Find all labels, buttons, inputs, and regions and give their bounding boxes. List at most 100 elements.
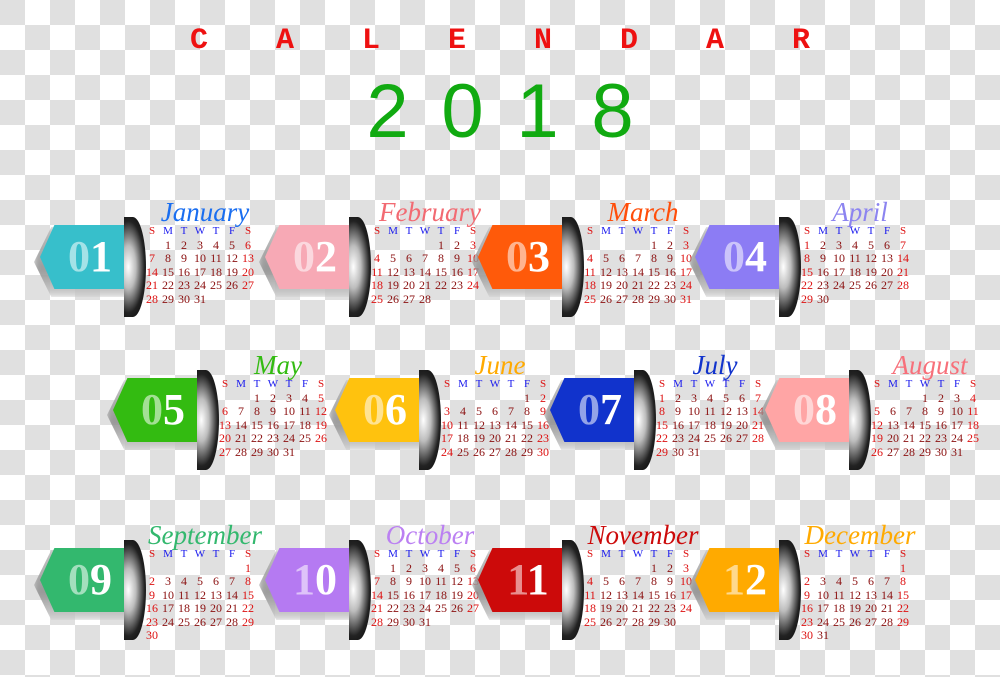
day-cell: 31 (951, 444, 963, 459)
day-cell: 9 (406, 574, 412, 588)
day-cell: 4 (852, 237, 858, 252)
day-cell: 29 (656, 444, 668, 459)
weekday-header: T (905, 378, 913, 390)
weekday-header: T (618, 548, 626, 560)
day-cell: 21 (632, 601, 644, 615)
day-cell: 15 (162, 264, 174, 279)
day-cell: 15 (801, 264, 813, 279)
day-cell: 1 (390, 560, 396, 575)
day-cell: 18 (833, 601, 845, 615)
month-name: July (692, 350, 738, 380)
day-cell: 19 (871, 431, 883, 445)
day-cell: 9 (667, 251, 673, 265)
weekday-header: M (236, 378, 246, 390)
month-number-tag: 06 (335, 378, 425, 442)
day-cell: 1 (254, 390, 260, 405)
day-cell: 5 (229, 237, 235, 252)
day-cell: 23 (537, 431, 549, 445)
day-cell: 18 (178, 601, 190, 615)
day-cell: 8 (524, 404, 530, 418)
day-cell: 22 (648, 278, 660, 292)
day-cell: 13 (881, 251, 893, 265)
day-cell: 9 (820, 251, 826, 265)
day-cell: 6 (406, 251, 412, 265)
day-grid: S M T W T F S 1 2 3 4 5 6 7 8 9 10 11 12 13 14 15 16 17 18 19 20 21… (799, 548, 911, 643)
day-cell: 19 (194, 601, 206, 615)
day-cell: 22 (162, 278, 174, 292)
day-cell: 15 (648, 587, 660, 602)
day-cell: 15 (387, 587, 399, 602)
binding-arc-icon (779, 540, 801, 640)
year-digit: 8 (591, 69, 634, 154)
day-cell: 30 (801, 628, 813, 642)
month-number-digit: 4 (745, 232, 767, 281)
day-cell: 5 (852, 574, 858, 588)
day-cell: 5 (454, 560, 460, 575)
day-cell: 22 (656, 431, 668, 445)
day-cell: 30 (672, 444, 684, 459)
weekday-header: S (658, 378, 666, 390)
weekday-header: S (803, 225, 811, 237)
day-cell: 14 (903, 417, 915, 432)
day-grid: S M T W T F S 1 2 3 4 5 6 7 8 9 10 11 12 13 14 15 16 17 18 19 20 21… (144, 225, 256, 306)
day-cell: 8 (390, 574, 396, 588)
day-cell: 13 (616, 264, 628, 279)
day-cell: 9 (667, 574, 673, 588)
day-grid: S M T W T F S 1 2 3 4 5 6 7 8 9 10 11 12 13 14 15 16 17 18 19 20 21… (369, 225, 481, 306)
day-cell: 31 (194, 291, 206, 306)
day-cell: 27 (219, 444, 231, 459)
day-cell: 2 (270, 390, 276, 405)
weekday-header: M (601, 225, 611, 237)
day-cell: 7 (508, 404, 514, 418)
day-cell: 10 (817, 587, 829, 602)
day-cell: 30 (403, 614, 415, 629)
day-cell: 9 (181, 251, 187, 265)
day-cell: 30 (817, 291, 829, 306)
day-cell: 17 (680, 587, 692, 602)
calendar-title: CALENDAR (0, 24, 1000, 58)
day-cell: 24 (441, 444, 453, 459)
day-cell: 23 (146, 614, 158, 629)
day-cell: 28 (752, 431, 764, 445)
day-grid: S M T W T F S 1 2 3 4 5 6 7 8 9 10 11 12 13 14 15 16 17 18 19 20 21… (582, 548, 694, 629)
day-cell: 15 (919, 417, 931, 432)
title-letter: A (275, 24, 294, 58)
month-january: 01 January S M T W T F S 1 2 3 4 5 6 7 8 9 10 11 12 13 14 15 16 1… (34, 197, 300, 333)
day-cell: 23 (672, 431, 684, 445)
day-cell: 3 (286, 390, 292, 405)
day-cell: 6 (619, 251, 625, 265)
day-cell: 1 (804, 237, 810, 252)
day-cell: 1 (245, 560, 251, 575)
day-cell: 29 (648, 291, 660, 306)
day-cell: 11 (849, 251, 861, 265)
day-cell: 17 (680, 264, 692, 279)
day-cell: 2 (540, 390, 546, 405)
weekday-header: T (405, 548, 413, 560)
day-cell: 8 (438, 251, 444, 265)
day-cell: 7 (635, 574, 641, 588)
day-cell: 15 (648, 264, 660, 279)
day-cell: 13 (210, 587, 222, 602)
day-cell: 26 (451, 601, 463, 615)
day-cell: 30 (664, 614, 676, 629)
day-cell: 10 (162, 587, 174, 602)
day-cell: 17 (833, 264, 845, 279)
weekday-header: M (673, 378, 683, 390)
day-cell: 19 (315, 417, 327, 432)
day-cell: 4 (460, 404, 466, 418)
day-cell: 28 (419, 291, 431, 306)
day-grid: S M T W T F S 1 2 3 4 5 6 7 8 9 10 11 12 13 14 15 16 17 18 19 20 21… (582, 225, 694, 306)
day-cell: 11 (178, 587, 190, 602)
month-number-tag: 08 (765, 378, 855, 442)
day-cell: 24 (951, 431, 963, 445)
weekday-header: W (919, 378, 931, 390)
day-cell: 1 (524, 390, 530, 405)
weekday-header: T (867, 225, 875, 237)
month-number-tag: 05 (113, 378, 203, 442)
day-cell: 17 (951, 417, 963, 432)
day-cell: 3 (165, 574, 171, 588)
weekday-header: T (253, 378, 261, 390)
day-cell: 3 (820, 574, 826, 588)
day-cell: 15 (897, 587, 909, 602)
weekday-header: W (419, 548, 431, 560)
